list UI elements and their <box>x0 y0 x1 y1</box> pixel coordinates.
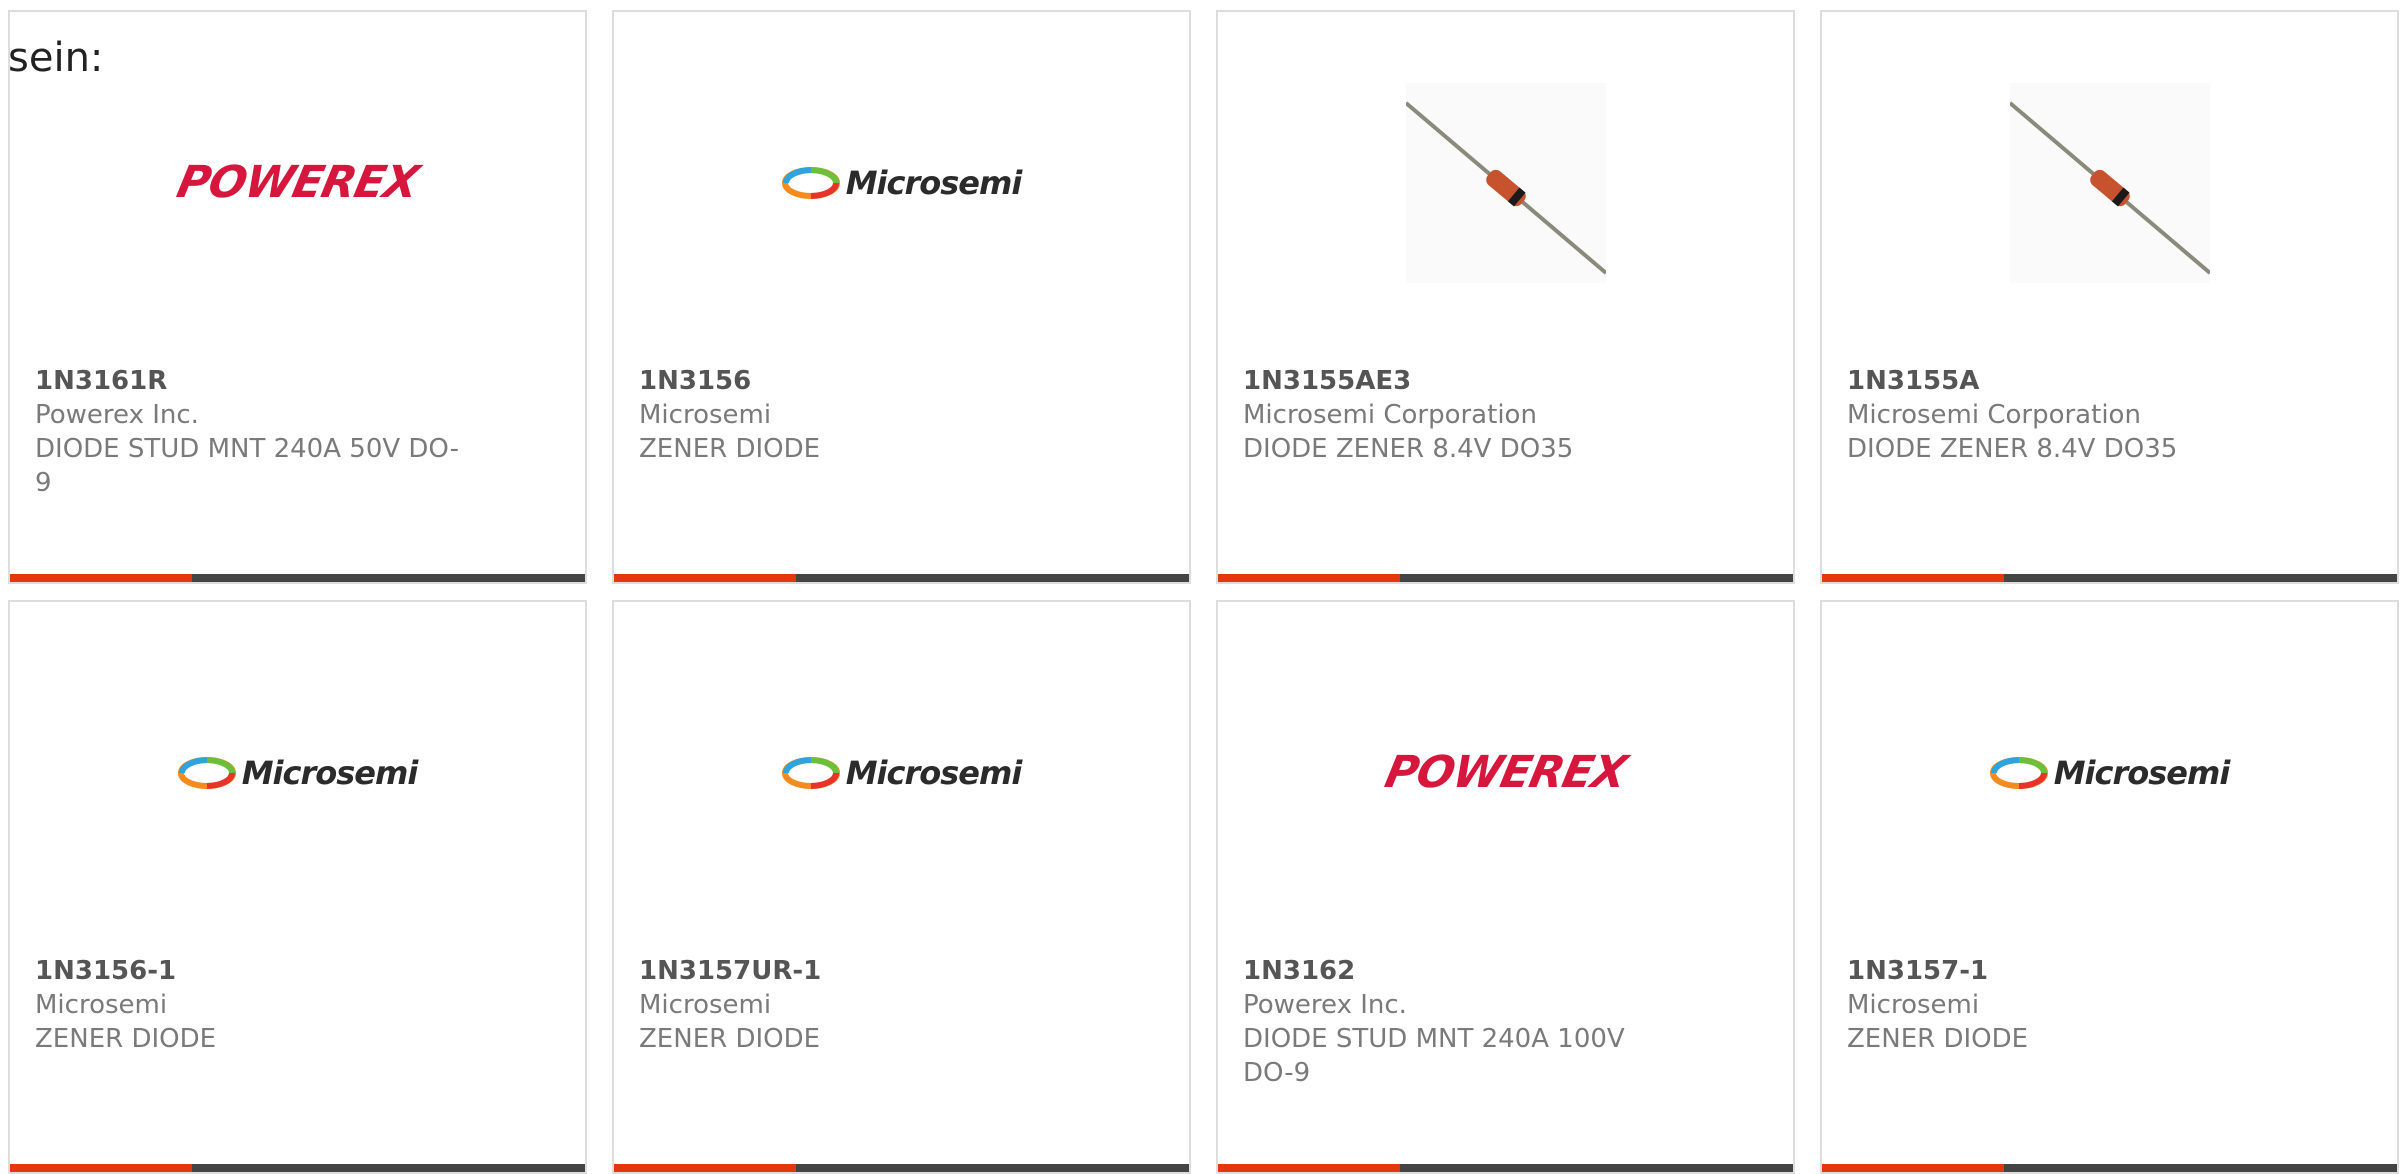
product-image[interactable]: POWEREX <box>1218 670 1793 876</box>
diode-photo <box>2008 83 2211 283</box>
microsemi-swirl-icon <box>781 167 840 199</box>
product-part-number[interactable]: 1N3156-1 <box>35 954 460 988</box>
card-bar-accent <box>614 574 796 582</box>
microsemi-swirl-icon <box>1989 757 2048 789</box>
microsemi-logo: Microsemi <box>177 754 419 792</box>
microsemi-logo: Microsemi <box>781 754 1023 792</box>
microsemi-swirl-icon <box>781 757 840 789</box>
product-part-number[interactable]: 1N3161R <box>35 364 460 398</box>
card-bottom-bar <box>10 1164 585 1172</box>
product-image[interactable] <box>1218 80 1793 286</box>
powerex-logo: POWEREX <box>172 157 423 208</box>
product-image[interactable]: Microsemi <box>10 670 585 876</box>
card-bottom-bar <box>1822 574 2397 582</box>
product-image[interactable]: Microsemi <box>614 670 1189 876</box>
microsemi-wordmark: Microsemi <box>241 754 419 792</box>
product-card[interactable]: POWEREX 1N3161R Powerex Inc. DIODE STUD … <box>8 10 587 584</box>
product-manufacturer: Powerex Inc. <box>35 400 199 430</box>
product-card[interactable]: 1N3155A Microsemi Corporation DIODE ZENE… <box>1820 10 2399 584</box>
card-bottom-bar <box>1218 1164 1793 1172</box>
card-bar-accent <box>1822 1164 2004 1172</box>
product-image[interactable]: POWEREX <box>10 80 585 286</box>
product-manufacturer: Microsemi <box>35 990 168 1020</box>
card-bar-accent <box>1218 1164 1400 1172</box>
microsemi-logo: Microsemi <box>1989 754 2231 792</box>
product-description: DIODE STUD MNT 240A 100V DO-9 <box>1243 1024 1625 1088</box>
product-card[interactable]: 1N3155AE3 Microsemi Corporation DIODE ZE… <box>1216 10 1795 584</box>
product-part-number[interactable]: 1N3162 <box>1243 954 1668 988</box>
product-image[interactable]: Microsemi <box>614 80 1189 286</box>
product-part-number[interactable]: 1N3157-1 <box>1847 954 2272 988</box>
card-bottom-bar <box>614 574 1189 582</box>
product-manufacturer: Microsemi <box>639 990 772 1020</box>
product-card[interactable]: Microsemi 1N3156 Microsemi ZENER DIODE <box>612 10 1191 584</box>
product-card[interactable]: Microsemi 1N3156-1 Microsemi ZENER DIODE <box>8 600 587 1174</box>
product-card[interactable]: POWEREX 1N3162 Powerex Inc. DIODE STUD M… <box>1216 600 1795 1174</box>
product-description: ZENER DIODE <box>639 1024 821 1054</box>
product-card[interactable]: Microsemi 1N3157-1 Microsemi ZENER DIODE <box>1820 600 2399 1174</box>
product-part-number[interactable]: 1N3155AE3 <box>1243 364 1668 398</box>
product-manufacturer: Microsemi Corporation <box>1243 400 1537 430</box>
product-part-number[interactable]: 1N3156 <box>639 364 1064 398</box>
product-part-number[interactable]: 1N3155A <box>1847 364 2272 398</box>
microsemi-wordmark: Microsemi <box>2053 754 2231 792</box>
product-description: ZENER DIODE <box>35 1024 217 1054</box>
product-manufacturer: Microsemi <box>1847 990 1980 1020</box>
card-bottom-bar <box>1218 574 1793 582</box>
product-description: DIODE ZENER 8.4V DO35 <box>1847 434 2178 464</box>
page-prefix-text: sein: <box>8 35 104 81</box>
card-bar-accent <box>614 1164 796 1172</box>
product-description: DIODE ZENER 8.4V DO35 <box>1243 434 1574 464</box>
microsemi-wordmark: Microsemi <box>845 754 1023 792</box>
card-bottom-bar <box>10 574 585 582</box>
microsemi-swirl-icon <box>177 757 236 789</box>
card-bar-accent <box>1218 574 1400 582</box>
product-description: DIODE STUD MNT 240A 50V DO-9 <box>35 434 459 498</box>
product-description: ZENER DIODE <box>639 434 821 464</box>
product-manufacturer: Microsemi <box>639 400 772 430</box>
product-part-number[interactable]: 1N3157UR-1 <box>639 954 1064 988</box>
diode-image-icon <box>1404 101 1607 275</box>
diode-photo <box>1404 83 1607 283</box>
product-image[interactable]: Microsemi <box>1822 670 2397 876</box>
card-bar-accent <box>10 1164 192 1172</box>
product-image[interactable] <box>1822 80 2397 286</box>
product-description: ZENER DIODE <box>1847 1024 2029 1054</box>
powerex-logo: POWEREX <box>1380 747 1631 798</box>
microsemi-wordmark: Microsemi <box>845 164 1023 202</box>
product-card[interactable]: Microsemi 1N3157UR-1 Microsemi ZENER DIO… <box>612 600 1191 1174</box>
product-manufacturer: Microsemi Corporation <box>1847 400 2141 430</box>
microsemi-logo: Microsemi <box>781 164 1023 202</box>
card-bar-accent <box>1822 574 2004 582</box>
card-bottom-bar <box>614 1164 1189 1172</box>
card-bottom-bar <box>1822 1164 2397 1172</box>
product-manufacturer: Powerex Inc. <box>1243 990 1407 1020</box>
card-bar-accent <box>10 574 192 582</box>
diode-image-icon <box>2008 101 2211 275</box>
